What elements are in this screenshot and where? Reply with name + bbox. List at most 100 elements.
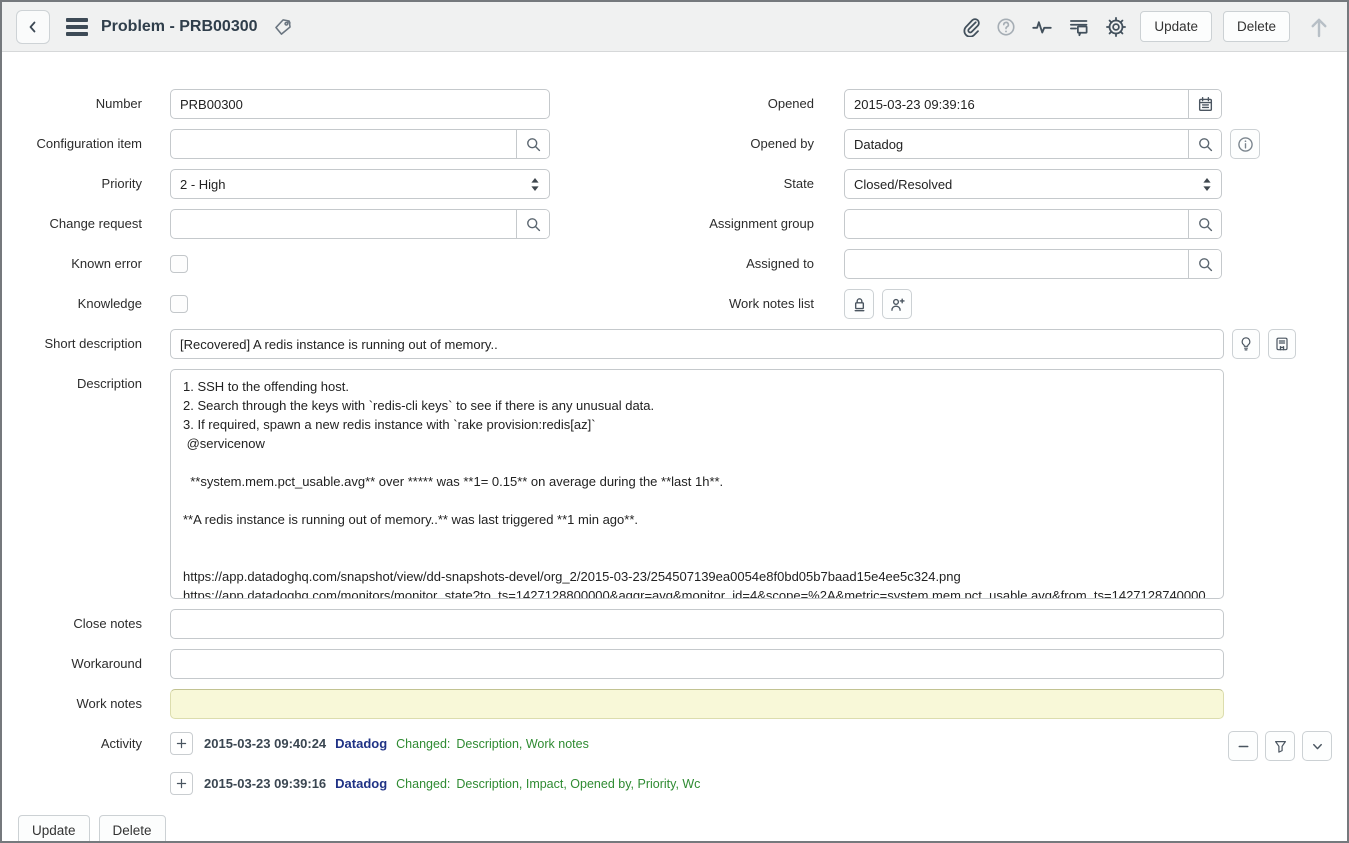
update-button-header[interactable]: Update [1140,11,1212,42]
work-notes-input[interactable] [170,689,1224,719]
update-button-footer[interactable]: Update [18,815,90,843]
knowledge-label: Knowledge [2,289,142,319]
activity-changed-label: Changed: [396,737,450,751]
opened-by-preview-button[interactable] [1230,129,1260,159]
search-icon [525,136,542,153]
form-header: Problem - PRB00300 [2,2,1347,52]
arrow-up-icon [1307,14,1331,40]
activity-label: Activity [2,732,142,756]
priority-value: 2 - High [180,177,226,192]
work-notes-list-add-person-button[interactable] [882,289,912,319]
known-error-label: Known error [2,249,142,279]
context-menu-icon[interactable] [66,18,88,36]
field-row-priority: Priority 2 - High [2,169,550,199]
activity-timestamp: 2015-03-23 09:40:24 [204,736,326,751]
field-row-work-notes: Work notes [2,689,1347,719]
change-request-label: Change request [2,209,142,239]
assignment-group-input[interactable] [845,210,1188,238]
state-select[interactable]: Closed/Resolved [844,169,1222,199]
activity-section: Activity 2015-03-23 09:40:24 Datadog Cha… [2,732,1347,812]
change-request-lookup-button[interactable] [516,210,549,238]
knowledge-search-button[interactable] [1268,329,1296,359]
number-label: Number [2,89,142,119]
configuration-item-lookup-button[interactable] [516,130,549,158]
form-column-left: Number Configuration item Priority [2,89,550,329]
activity-expand-button[interactable] [170,732,193,755]
activity-changed-label: Changed: [396,777,450,791]
activity-expand-button[interactable] [170,772,193,795]
assignment-group-lookup-button[interactable] [1188,210,1221,238]
configuration-item-input[interactable] [171,130,516,158]
select-arrows-icon [1202,177,1212,195]
field-row-configuration-item: Configuration item [2,129,550,159]
plus-icon [175,777,188,790]
short-description-input[interactable] [170,329,1224,359]
known-error-checkbox[interactable] [170,255,188,273]
workaround-label: Workaround [2,649,142,679]
priority-select[interactable]: 2 - High [170,169,550,199]
pulse-icon [1031,17,1053,37]
configuration-item-label: Configuration item [2,129,142,159]
activity-changed-fields: Description, Impact, Opened by, Priority… [456,777,700,791]
help-button[interactable] [994,15,1018,39]
activity-stream-button[interactable] [1066,15,1092,39]
activity-changed-fields: Description, Work notes [456,737,588,751]
activity-entries: 2015-03-23 09:40:24 Datadog Changed: Des… [170,732,700,812]
close-notes-input[interactable] [170,609,1224,639]
opened-by-input[interactable] [845,130,1188,158]
delete-button-footer[interactable]: Delete [99,815,166,843]
lock-icon [851,296,868,313]
activity-user[interactable]: Datadog [335,776,387,791]
work-notes-list-lock-button[interactable] [844,289,874,319]
field-row-description: Description 1. SSH to the offending host… [2,369,1347,599]
tag-icon[interactable] [271,16,293,38]
field-row-assignment-group: Assignment group [550,209,1347,239]
chevron-left-icon [25,19,41,35]
knowledge-checkbox[interactable] [170,295,188,313]
field-row-assigned-to: Assigned to [550,249,1347,279]
workaround-input[interactable] [170,649,1224,679]
search-icon [1197,136,1214,153]
search-icon [1197,256,1214,273]
assignment-group-label: Assignment group [550,209,814,239]
change-request-input[interactable] [171,210,516,238]
state-value: Closed/Resolved [854,177,952,192]
delete-button-header[interactable]: Delete [1223,11,1290,42]
opened-calendar-button[interactable] [1188,90,1221,118]
back-button[interactable] [16,10,50,44]
scroll-top-button[interactable] [1305,12,1333,42]
assigned-to-lookup-button[interactable] [1188,250,1221,278]
assigned-to-input[interactable] [845,250,1188,278]
description-label: Description [2,369,142,399]
close-notes-label: Close notes [2,609,142,639]
activity-expand-all-button[interactable] [1302,731,1332,761]
activity-entry: 2015-03-23 09:39:16 Datadog Changed: Des… [170,772,700,795]
search-icon [525,216,542,233]
activity-user[interactable]: Datadog [335,736,387,751]
activity-filter-button[interactable] [1265,731,1295,761]
header-actions: Update Delete [959,11,1333,42]
field-row-known-error: Known error [2,249,550,279]
settings-button[interactable] [1103,14,1129,40]
field-row-change-request: Change request [2,209,550,239]
attachment-button[interactable] [959,15,983,39]
activity-actions [1228,731,1332,761]
calendar-icon [1197,96,1214,113]
description-textarea[interactable]: 1. SSH to the offending host. 2. Search … [170,369,1224,599]
minus-icon [1236,739,1251,754]
opened-by-lookup-button[interactable] [1188,130,1221,158]
work-notes-label: Work notes [2,689,142,719]
field-row-opened-by: Opened by [550,129,1347,159]
search-icon [1197,216,1214,233]
select-arrows-icon [530,177,540,195]
state-label: State [550,169,814,199]
opened-input[interactable] [845,90,1188,118]
field-row-number: Number [2,89,550,119]
personalize-button[interactable] [1029,15,1055,39]
activity-collapse-button[interactable] [1228,731,1258,761]
field-row-work-notes-list: Work notes list [550,289,1347,319]
number-input[interactable] [170,89,550,119]
activity-stream-icon [1068,17,1090,37]
suggestion-button[interactable] [1232,329,1260,359]
field-row-short-description: Short description [2,329,1347,359]
